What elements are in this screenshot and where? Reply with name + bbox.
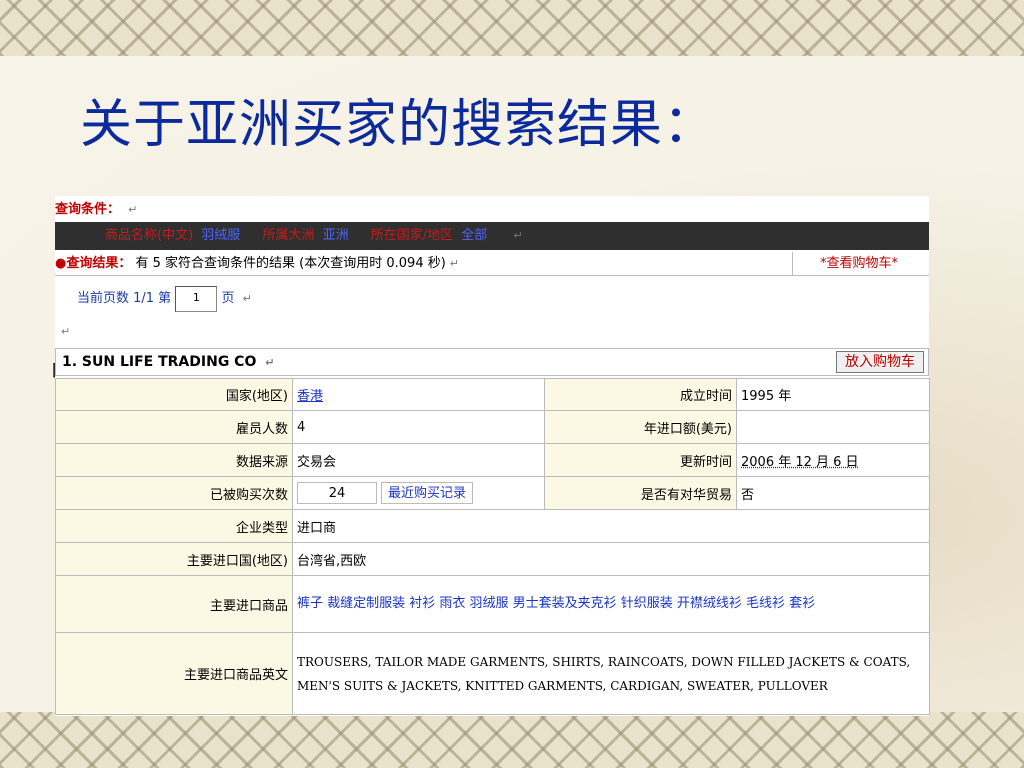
slide-title: 关于亚洲买家的搜索结果： [80, 95, 717, 155]
query-conditions-label: 查询条件： [55, 202, 121, 217]
decorative-top-border [0, 0, 1024, 56]
employees-field-label: 雇员人数 [55, 410, 293, 444]
search-result-screenshot: 查询条件： ↵ 商品名称(中文) 羽绒服 所属大洲 亚洲 所在国家/地区 全部 … [55, 196, 930, 716]
country-field-cell: 香港 [292, 378, 545, 411]
china-trade-field-value: 否 [736, 476, 930, 510]
return-mark-icon: ↵ [265, 356, 275, 369]
main-products-value: 裤子 裁缝定制服装 衬衫 雨衣 羽绒服 男士套装及夹克衫 针织服装 开襟绒线衫 … [292, 575, 930, 633]
purchased-field-label: 已被购买次数 [55, 476, 293, 510]
return-mark-icon: ↵ [128, 203, 138, 216]
source-field-label: 数据来源 [55, 443, 293, 477]
updated-field-label: 更新时间 [544, 443, 737, 477]
return-mark-icon: ↵ [449, 257, 460, 270]
main-products-en-value: TROUSERS, TAILOR MADE GARMENTS, SHIRTS, … [292, 632, 930, 715]
import-amount-field-value [736, 410, 930, 444]
table-row: 国家(地区) 香港 成立时间 1995 年 [55, 378, 930, 411]
table-row: 主要进口商品 裤子 裁缝定制服装 衬衫 雨衣 羽绒服 男士套装及夹克衫 针织服装… [55, 575, 930, 633]
pagination-row: 当前页数 1/1 第 1 页 ↵ [77, 284, 252, 314]
company-details-table: 国家(地区) 香港 成立时间 1995 年 雇员人数 4 年进口额(美元) 数据… [55, 378, 930, 715]
query-result-row: ●查询结果： 有 5 家符合查询条件的结果 (本次查询用时 0.094 秒) ↵ … [55, 252, 929, 276]
purchased-count: 24 [297, 482, 377, 504]
import-amount-field-label: 年进口额(美元) [544, 410, 737, 444]
table-row: 数据来源 交易会 更新时间 2006 年 12 月 6 日 [55, 443, 930, 477]
type-field-value: 进口商 [292, 509, 930, 543]
pagination-prefix: 当前页数 1/1 第 [77, 291, 172, 306]
query-criteria-bar: 商品名称(中文) 羽绒服 所属大洲 亚洲 所在国家/地区 全部 ↵ [55, 222, 929, 250]
continent-value[interactable]: 亚洲 [323, 228, 349, 243]
empty-line: ↵ [57, 324, 70, 339]
updated-field-value: 2006 年 12 月 6 日 [741, 454, 859, 470]
table-row: 主要进口国(地区) 台湾省,西欧 [55, 542, 930, 576]
type-field-label: 企业类型 [55, 509, 293, 543]
employees-field-value: 4 [292, 410, 545, 444]
main-import-countries-value: 台湾省,西欧 [292, 542, 930, 576]
query-conditions-row: 查询条件： ↵ [55, 198, 929, 222]
main-products-label: 主要进口商品 [55, 575, 293, 633]
main-import-countries-label: 主要进口国(地区) [55, 542, 293, 576]
product-name-label: 商品名称(中文) [105, 228, 194, 243]
purchased-field-cell: 24 最近购买记录 [292, 476, 545, 510]
country-label: 所在国家/地区 [370, 228, 454, 243]
main-products-en-label: 主要进口商品英文 [55, 632, 293, 715]
pagination-suffix: 页 [221, 291, 235, 306]
country-value[interactable]: 全部 [461, 228, 487, 243]
founded-field-label: 成立时间 [544, 378, 737, 411]
view-cart-link[interactable]: *查看购物车* [792, 252, 925, 275]
return-mark-icon: ↵ [513, 229, 523, 242]
table-row: 主要进口商品英文 TROUSERS, TAILOR MADE GARMENTS,… [55, 632, 930, 715]
source-field-value: 交易会 [292, 443, 545, 477]
china-trade-field-label: 是否有对华贸易 [544, 476, 737, 510]
page-number-input[interactable]: 1 [175, 285, 218, 312]
company-name: 1. SUN LIFE TRADING CO [62, 354, 257, 370]
country-field-link[interactable]: 香港 [297, 389, 323, 404]
continent-label: 所属大洲 [262, 228, 315, 243]
updated-field-cell: 2006 年 12 月 6 日 [736, 443, 930, 477]
return-mark-icon: ↵ [61, 325, 71, 338]
add-to-cart-button[interactable]: 放入购物车 [836, 351, 924, 373]
decorative-bottom-border [0, 712, 1024, 768]
bullet-icon: ● [55, 256, 67, 271]
table-row: 企业类型 进口商 [55, 509, 930, 543]
table-row: 雇员人数 4 年进口额(美元) [55, 410, 930, 444]
product-name-value[interactable]: 羽绒服 [201, 228, 240, 243]
query-result-label: 查询结果： [66, 256, 132, 271]
recent-purchase-link[interactable]: 最近购买记录 [381, 482, 474, 504]
founded-field-value: 1995 年 [736, 378, 930, 411]
country-field-label: 国家(地区) [55, 378, 293, 411]
table-row: 已被购买次数 24 最近购买记录 是否有对华贸易 否 [55, 476, 930, 510]
company-header: 1. SUN LIFE TRADING CO ↵ 放入购物车 [55, 348, 929, 376]
result-summary: 有 5 家符合查询条件的结果 (本次查询用时 0.094 秒) [135, 256, 446, 271]
return-mark-icon: ↵ [242, 292, 252, 305]
